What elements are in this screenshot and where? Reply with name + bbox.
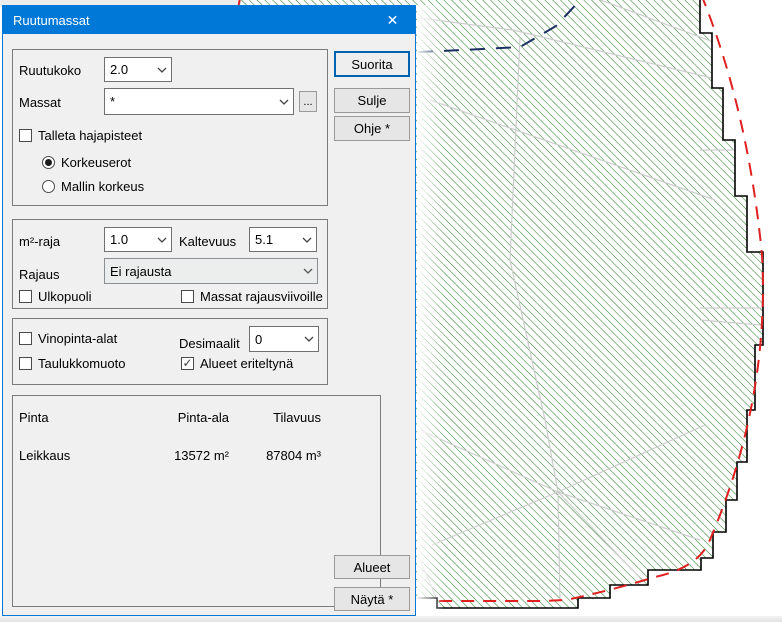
m2-raja-combobox[interactable]: 1.0: [104, 227, 172, 252]
korkeuserot-radio[interactable]: [42, 156, 55, 169]
ulkopuoli-label: Ulkopuoli: [38, 289, 91, 304]
results-col-pinta-ala: Pinta-ala: [123, 410, 229, 425]
close-icon: ✕: [387, 12, 399, 29]
rajaus-value: Ei rajausta: [105, 264, 299, 279]
bottom-edge-strip: [0, 616, 782, 622]
taulukkomuoto-label: Taulukkomuoto: [38, 356, 125, 371]
ruutumassat-dialog: Ruutumassat ✕ Ruutukoko 2.0 Massat * ...…: [2, 5, 416, 616]
alueet-label: Alueet: [354, 560, 391, 575]
ruutukoko-combobox[interactable]: 2.0: [104, 57, 172, 82]
group-results: [12, 395, 381, 607]
rajaus-label: Rajaus: [19, 267, 59, 282]
massat-combobox[interactable]: *: [104, 88, 294, 115]
kaltevuus-label: Kaltevuus: [179, 234, 236, 249]
dialog-title: Ruutumassat: [3, 13, 90, 28]
rajaus-dropdown[interactable]: Ei rajausta: [104, 258, 318, 284]
nayta-button[interactable]: Näytä *: [334, 587, 410, 611]
korkeuserot-label: Korkeuserot: [61, 155, 131, 170]
massat-rajausviivoille-checkbox[interactable]: ✓: [181, 290, 194, 303]
check-icon: ✓: [182, 356, 192, 370]
m2-raja-value: 1.0: [105, 232, 153, 247]
m2-raja-label: m²-raja: [19, 234, 60, 249]
nayta-label: Näytä *: [351, 592, 394, 607]
desimaalit-combobox[interactable]: 0: [249, 326, 319, 352]
dialog-titlebar[interactable]: Ruutumassat: [3, 6, 415, 34]
massat-value: *: [105, 94, 275, 109]
mallin-korkeus-label: Mallin korkeus: [61, 179, 144, 194]
results-row-surface: Leikkaus: [19, 448, 70, 463]
app-screen: Ruutumassat ✕ Ruutukoko 2.0 Massat * ...…: [0, 0, 782, 622]
talleta-hajapisteet-label: Talleta hajapisteet: [38, 128, 142, 143]
mallin-korkeus-radio[interactable]: [42, 180, 55, 193]
desimaalit-label: Desimaalit: [179, 336, 240, 351]
alueet-eriteltyna-label: Alueet eriteltynä: [200, 356, 293, 371]
taulukkomuoto-checkbox[interactable]: ✓: [19, 357, 32, 370]
suorita-label: Suorita: [351, 57, 392, 72]
chevron-down-icon[interactable]: [153, 58, 171, 81]
chevron-down-icon[interactable]: [298, 228, 316, 251]
results-row-area: 13572 m²: [123, 448, 229, 463]
sulje-label: Sulje: [358, 93, 387, 108]
kaltevuus-combobox[interactable]: 5.1: [249, 227, 317, 252]
talleta-hajapisteet-checkbox[interactable]: ✓: [19, 129, 32, 142]
kaltevuus-value: 5.1: [250, 232, 298, 247]
chevron-down-icon[interactable]: [275, 89, 293, 114]
alueet-eriteltyna-checkbox[interactable]: ✓: [181, 357, 194, 370]
close-button[interactable]: ✕: [370, 6, 415, 34]
ohje-button[interactable]: Ohje *: [334, 116, 410, 141]
ruutukoko-label: Ruutukoko: [19, 63, 81, 78]
desimaalit-value: 0: [250, 332, 300, 347]
sulje-button[interactable]: Sulje: [334, 88, 410, 113]
vinopinta-alat-label: Vinopinta-alat: [38, 331, 117, 346]
massat-rajausviivoille-label: Massat rajausviivoille: [200, 289, 323, 304]
browse-dots-label: ...: [303, 96, 312, 108]
chevron-down-icon[interactable]: [299, 259, 317, 283]
vinopinta-alat-checkbox[interactable]: ✓: [19, 332, 32, 345]
ruutukoko-value: 2.0: [105, 62, 153, 77]
results-row-volume: 87804 m³: [239, 448, 321, 463]
chevron-down-icon[interactable]: [300, 327, 318, 351]
massat-browse-button[interactable]: ...: [299, 91, 317, 112]
chevron-down-icon[interactable]: [153, 228, 171, 251]
ulkopuoli-checkbox[interactable]: ✓: [19, 290, 32, 303]
results-col-pinta: Pinta: [19, 410, 49, 425]
results-col-tilavuus: Tilavuus: [239, 410, 321, 425]
massat-label: Massat: [19, 95, 61, 110]
alueet-button[interactable]: Alueet: [334, 555, 410, 579]
suorita-button[interactable]: Suorita: [334, 51, 410, 77]
ohje-label: Ohje *: [354, 121, 390, 136]
